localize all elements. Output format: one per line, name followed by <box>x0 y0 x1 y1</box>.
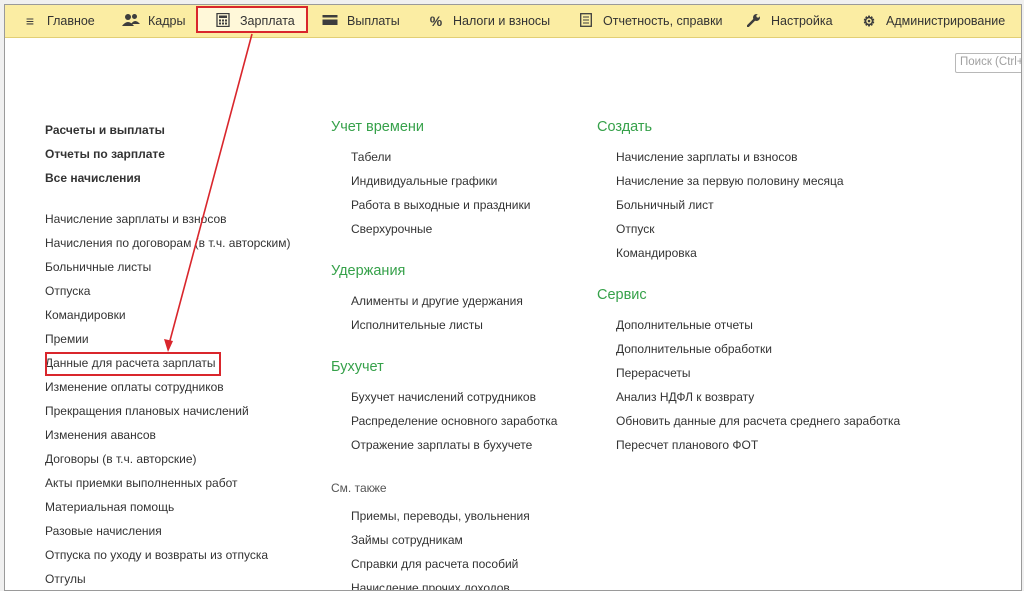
annotation-arrow <box>164 33 253 352</box>
app-window: ≡ Главное Кадры Зарплата Выплаты % Налог… <box>4 4 1022 591</box>
